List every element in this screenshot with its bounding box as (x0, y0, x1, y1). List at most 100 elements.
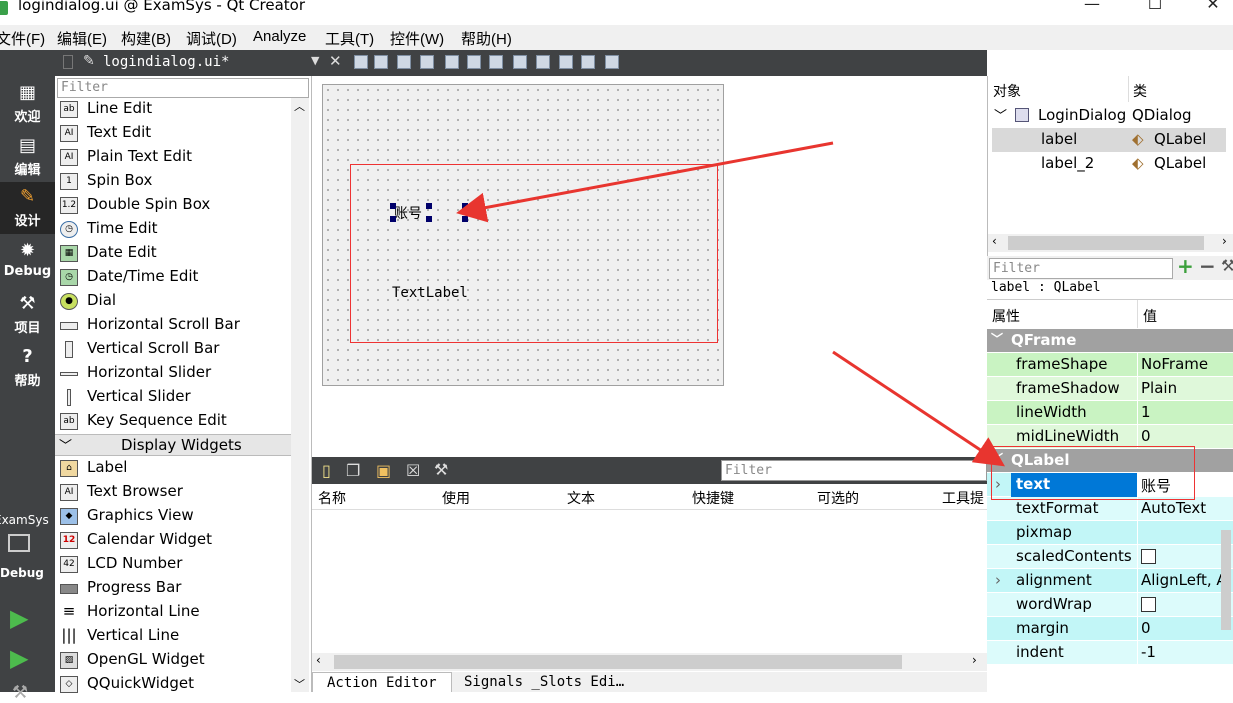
widget-item[interactable]: 1 Spin Box (55, 170, 293, 194)
widget-item[interactable]: 1.2 Double Spin Box (55, 194, 293, 218)
action-filter-input[interactable]: Filter (721, 460, 987, 481)
selection-handle[interactable] (390, 216, 396, 222)
layout-horizontal-icon[interactable] (445, 55, 459, 69)
close-icon[interactable]: ✕ (1198, 0, 1228, 13)
open-file-name[interactable]: logindialog.ui* (103, 54, 229, 70)
edit-buddies-icon[interactable] (397, 55, 411, 69)
property-row[interactable]: frameShape NoFrame (987, 353, 1233, 377)
col-tooltip[interactable]: 工具提 (942, 488, 984, 508)
menu-file[interactable]: 文件(F) (0, 28, 45, 49)
action-editor-hscrollbar[interactable]: ‹ › (312, 653, 987, 671)
monitor-icon[interactable] (8, 534, 30, 552)
layout-form-icon[interactable] (536, 55, 550, 69)
layout-grid-icon[interactable] (559, 55, 573, 69)
widget-item[interactable]: ▦ Date Edit (55, 242, 293, 266)
object-hscrollbar[interactable]: ‹ › (988, 234, 1233, 252)
col-name[interactable]: 名称 (318, 488, 346, 508)
widget-item[interactable]: Vertical Scroll Bar (55, 338, 293, 362)
form-label-account[interactable]: 账号 (394, 203, 422, 223)
scroll-left-icon[interactable]: ‹ (992, 234, 997, 248)
col-class[interactable]: 类 (1133, 81, 1147, 101)
widget-item[interactable]: 42 LCD Number (55, 553, 293, 577)
close-document-icon[interactable]: ✕ (329, 52, 342, 70)
menu-widgets[interactable]: 控件(W) (390, 28, 444, 49)
new-action-icon[interactable]: ▯ (322, 461, 331, 480)
property-row[interactable]: textFormat AutoText (987, 497, 1233, 521)
widget-item[interactable]: ||| Vertical Line (55, 625, 293, 649)
widget-item[interactable]: Progress Bar (55, 577, 293, 601)
col-checkable[interactable]: 可选的 (817, 488, 859, 508)
form-label-2[interactable]: TextLabel (392, 285, 468, 301)
menu-edit[interactable]: 编辑(E) (57, 28, 107, 49)
widget-item[interactable]: Vertical Slider (55, 386, 293, 410)
property-vscroll-thumb[interactable] (1221, 530, 1231, 630)
widget-filter-input[interactable]: Filter (57, 78, 309, 98)
delete-action-icon[interactable]: ☒ (406, 461, 420, 480)
property-row[interactable]: pixmap (987, 521, 1233, 545)
break-layout-icon[interactable] (581, 55, 595, 69)
paste-action-icon[interactable]: ▣ (376, 461, 391, 480)
remove-property-icon[interactable]: − (1199, 254, 1216, 278)
widget-item[interactable]: ● Dial (55, 290, 293, 314)
property-row[interactable]: indent -1 (987, 641, 1233, 665)
adjust-size-icon[interactable] (605, 55, 619, 69)
mode-edit[interactable]: ▤ 编辑 (0, 131, 55, 183)
scroll-thumb[interactable] (334, 655, 902, 669)
configure-icon[interactable]: ⚒ (434, 460, 448, 479)
mode-help[interactable]: ? 帮助 (0, 342, 55, 394)
menu-tools[interactable]: 工具(T) (325, 28, 374, 49)
property-filter-input[interactable]: Filter (989, 258, 1173, 279)
configure-icon[interactable]: ⚒ (1221, 256, 1233, 275)
build-icon[interactable]: ⚒ (12, 682, 28, 703)
tab-signals-slots[interactable]: Signals _Slots Edi… (450, 672, 638, 692)
widget-item[interactable]: ◇ QQuickWidget (55, 673, 293, 697)
widget-item[interactable]: AI Plain Text Edit (55, 146, 293, 170)
col-object[interactable]: 对象 (993, 81, 1021, 101)
property-row[interactable]: wordWrap (987, 593, 1233, 617)
widget-item[interactable]: ≡ Horizontal Line (55, 601, 293, 625)
tree-row-selected[interactable]: label ⬖ QLabel (992, 128, 1226, 152)
col-text[interactable]: 文本 (567, 488, 595, 508)
mode-design[interactable]: ✎ 设计 (0, 182, 55, 234)
property-row[interactable]: lineWidth 1 (987, 401, 1233, 425)
selection-handle[interactable] (426, 216, 432, 222)
col-used[interactable]: 使用 (442, 488, 470, 508)
debug-run-icon[interactable]: ▶ (10, 644, 28, 672)
layout-vertical-icon[interactable] (467, 55, 481, 69)
menu-analyze[interactable]: Analyze (253, 28, 306, 45)
selection-handle[interactable] (390, 203, 396, 209)
run-icon[interactable]: ▶ (10, 604, 28, 632)
edit-widgets-icon[interactable] (354, 55, 368, 69)
maximize-icon[interactable]: ☐ (1140, 0, 1170, 13)
scroll-right-icon[interactable]: › (1222, 234, 1227, 248)
widget-item[interactable]: ◷ Date/Time Edit (55, 266, 293, 290)
widget-item[interactable]: ▨ OpenGL Widget (55, 649, 293, 673)
tree-row[interactable]: ﹀ LoginDialog QDialog (988, 104, 1233, 128)
chevron-right-icon[interactable]: › (995, 571, 1001, 589)
scroll-right-icon[interactable]: › (972, 653, 977, 667)
widget-box-scrollbar[interactable]: ︿ ﹀ (291, 98, 309, 692)
property-row[interactable]: margin 0 (987, 617, 1233, 641)
layout-splitter-h-icon[interactable] (489, 55, 503, 69)
selection-handle[interactable] (426, 203, 432, 209)
menu-build[interactable]: 构建(B) (121, 28, 171, 49)
word-wrap-checkbox[interactable] (1141, 597, 1156, 612)
add-property-icon[interactable]: + (1177, 254, 1194, 278)
selection-handle[interactable] (462, 203, 468, 209)
minimize-icon[interactable]: — (1077, 0, 1107, 13)
widget-item[interactable]: AI Text Edit (55, 122, 293, 146)
mode-projects[interactable]: ⚒ 项目 (0, 289, 55, 341)
mode-debug[interactable]: ✹ Debug (0, 236, 55, 288)
widget-item[interactable]: ◆ Graphics View (55, 505, 293, 529)
col-shortcut[interactable]: 快捷键 (692, 488, 734, 508)
tree-row[interactable]: label_2 ⬖ QLabel (992, 152, 1226, 176)
scroll-left-icon[interactable]: ‹ (316, 653, 321, 667)
property-row[interactable]: frameShadow Plain (987, 377, 1233, 401)
property-row[interactable]: › alignment AlignLeft, A (987, 569, 1233, 593)
edit-tab-order-icon[interactable] (420, 55, 434, 69)
widget-item[interactable]: ◷ Time Edit (55, 218, 293, 242)
copy-action-icon[interactable]: ❐ (346, 461, 360, 480)
layout-splitter-v-icon[interactable] (513, 55, 527, 69)
widget-item[interactable]: ab Key Sequence Edit (55, 410, 293, 434)
widget-item[interactable]: ab Line Edit (55, 98, 293, 122)
